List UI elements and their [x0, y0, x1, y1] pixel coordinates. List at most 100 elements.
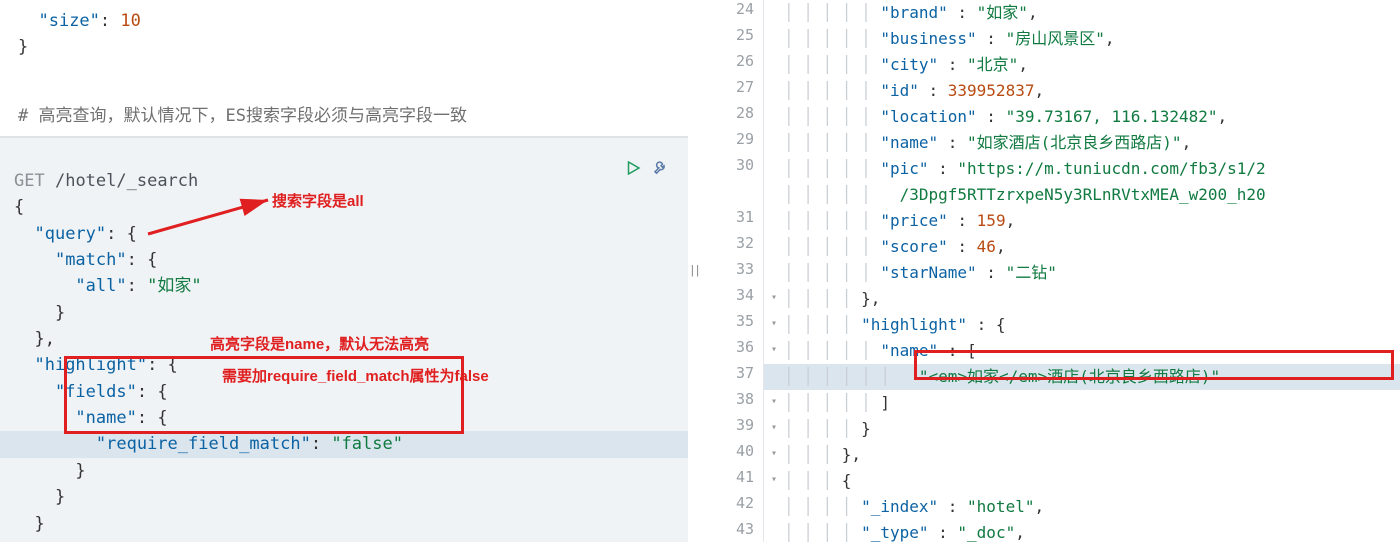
code-content: │ │ │ │ │ "price" : 159, [784, 208, 1015, 234]
line-number: 41 [700, 468, 754, 486]
code-content: │ │ │ │ "highlight" : { [784, 312, 1006, 338]
fold-toggle [764, 234, 784, 260]
fold-toggle[interactable]: ▾ [764, 286, 784, 312]
all-key: "all" [75, 276, 126, 296]
code-content: │ │ │ │ │ "pic" : "https://m.tuniucdn.co… [784, 156, 1266, 182]
request-editor[interactable]: GET /hotel/_search { "query": { "match":… [0, 136, 688, 542]
size-key: "size" [38, 11, 99, 31]
code-content: │ │ │ │ │ "brand" : "如家", [784, 0, 1038, 26]
code-row: │ │ │ │ │ "city" : "北京", [764, 52, 1400, 78]
fold-toggle[interactable]: ▾ [764, 416, 784, 442]
http-path: /hotel/_search [55, 171, 198, 191]
code-row: ▾│ │ │ │ "highlight" : { [764, 312, 1400, 338]
fold-toggle [764, 0, 784, 26]
fold-toggle [764, 208, 784, 234]
code-row: │ │ │ │ │ │ "<em>如家</em>酒店(北京良乡西路店)" [764, 364, 1400, 390]
fold-toggle [764, 26, 784, 52]
fold-toggle [764, 52, 784, 78]
fold-toggle [764, 104, 784, 130]
code-content: │ │ │ │ "_index" : "hotel", [784, 494, 1044, 520]
code-content: │ │ │ │ } [784, 416, 871, 442]
code-content: │ │ │ │ }, [784, 286, 880, 312]
line-number: 34 [700, 286, 754, 304]
line-number: 39 [700, 416, 754, 434]
name-key: "name" [75, 408, 136, 428]
response-code[interactable]: │ │ │ │ │ "brand" : "如家",│ │ │ │ │ "busi… [764, 0, 1400, 542]
fold-toggle [764, 494, 784, 520]
fields-key: "fields" [55, 382, 137, 402]
code-row: │ │ │ │ │ "name" : "如家酒店(北京良乡西路店)", [764, 130, 1400, 156]
pane-divider[interactable]: || [688, 0, 700, 542]
code-row: │ │ │ │ │ "starName" : "二钻" [764, 260, 1400, 286]
fold-toggle[interactable]: ▾ [764, 442, 784, 468]
fold-toggle [764, 520, 784, 542]
code-row: │ │ │ │ │ "id" : 339952837, [764, 78, 1400, 104]
code-row: ▾│ │ │ │ }, [764, 286, 1400, 312]
code-row: │ │ │ │ │ "location" : "39.73167, 116.13… [764, 104, 1400, 130]
line-number: 36 [700, 338, 754, 356]
fold-toggle [764, 130, 784, 156]
line-number: 24 [700, 0, 754, 18]
fold-toggle[interactable]: ▾ [764, 390, 784, 416]
code-row: ▾│ │ │ }, [764, 442, 1400, 468]
code-row-continuation: │ │ │ │ │ /3Dpgf5RTTzrxpeN5y3RLnRVtxMEA_… [764, 182, 1400, 208]
code-row: ▾│ │ │ { [764, 468, 1400, 494]
comment-line: # 高亮查询，默认情况下，ES搜索字段必须与高亮字段一致 [0, 93, 688, 134]
line-number: 31 [700, 208, 754, 226]
rfm-key: "require_field_match" [96, 434, 311, 454]
fold-toggle[interactable]: ▾ [764, 468, 784, 494]
all-val: "如家" [147, 276, 201, 296]
code-row: │ │ │ │ │ "brand" : "如家", [764, 0, 1400, 26]
code-content: │ │ │ │ │ │ "<em>如家</em>酒店(北京良乡西路店)" [784, 364, 1220, 390]
code-row: │ │ │ │ │ "score" : 46, [764, 234, 1400, 260]
fold-toggle [764, 364, 784, 390]
code-content: │ │ │ │ │ "business" : "房山风景区", [784, 26, 1114, 52]
code-content: │ │ │ │ │ "location" : "39.73167, 116.13… [784, 104, 1227, 130]
divider-handle-icon: || [689, 264, 699, 278]
left-panel: "size": 10 } # 高亮查询，默认情况下，ES搜索字段必须与高亮字段一… [0, 0, 688, 542]
rfm-val: "false" [331, 434, 403, 454]
code-content: │ │ │ { [784, 468, 851, 494]
line-number: 33 [700, 260, 754, 278]
comment-text: # 高亮查询，默认情况下，ES搜索字段必须与高亮字段一致 [18, 106, 467, 126]
code-content: │ │ │ │ │ "score" : 46, [784, 234, 1006, 260]
match-key: "match" [55, 250, 127, 270]
code-row: ▾│ │ │ │ │ ] [764, 390, 1400, 416]
line-number: 30 [700, 156, 754, 174]
code-row: │ │ │ │ │ "price" : 159, [764, 208, 1400, 234]
line-number: 35 [700, 312, 754, 330]
code-content: │ │ │ │ │ "name" : [ [784, 338, 977, 364]
gutter: 2425262728293031323334353637383940414243… [700, 0, 764, 542]
fold-toggle[interactable]: ▾ [764, 312, 784, 338]
line-number: 26 [700, 52, 754, 70]
fold-toggle [764, 260, 784, 286]
code-content: │ │ │ │ │ "name" : "如家酒店(北京良乡西路店)", [784, 130, 1191, 156]
line-number: 40 [700, 442, 754, 460]
line-number: 28 [700, 104, 754, 122]
query-key: "query" [34, 224, 106, 244]
snippet-top: "size": 10 } [0, 0, 688, 65]
run-icon[interactable] [624, 159, 642, 177]
code-content: │ │ │ │ │ ] [784, 390, 890, 416]
fold-toggle[interactable]: ▾ [764, 338, 784, 364]
line-number: 37 [700, 364, 754, 382]
code-row: │ │ │ │ "_index" : "hotel", [764, 494, 1400, 520]
code-row: │ │ │ │ │ "pic" : "https://m.tuniucdn.co… [764, 156, 1400, 182]
http-method: GET [14, 171, 45, 191]
code-content: │ │ │ │ "_type" : "_doc", [784, 520, 1025, 542]
line-number: 29 [700, 130, 754, 148]
code-row: ▾│ │ │ │ } [764, 416, 1400, 442]
fold-toggle [764, 156, 784, 182]
highlight-key: "highlight" [34, 355, 147, 375]
right-panel: 2425262728293031323334353637383940414243… [700, 0, 1400, 542]
code-row: │ │ │ │ "_type" : "_doc", [764, 520, 1400, 542]
wrench-icon[interactable] [652, 159, 670, 177]
code-row: ▾│ │ │ │ │ "name" : [ [764, 338, 1400, 364]
line-number: 42 [700, 494, 754, 512]
code-content: │ │ │ │ │ "id" : 339952837, [784, 78, 1044, 104]
line-number: 32 [700, 234, 754, 252]
code-content: │ │ │ │ │ "starName" : "二钻" [784, 260, 1057, 286]
line-number: 43 [700, 520, 754, 538]
fold-toggle [764, 78, 784, 104]
code-content: │ │ │ }, [784, 442, 861, 468]
